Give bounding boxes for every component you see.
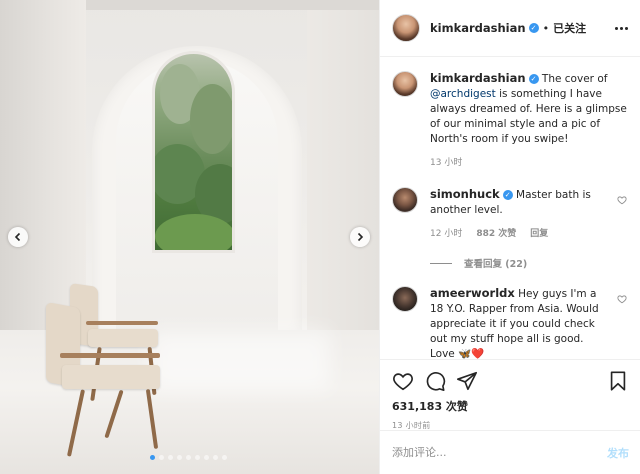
follow-button[interactable]: 已关注 [553,20,586,36]
carousel-indicator [150,455,227,460]
share-send-icon[interactable] [456,370,478,392]
comment-username[interactable]: ameerworldx [430,286,515,300]
post-header: kimkardashian ✓ • 已关注 [380,0,640,57]
like-heart-icon[interactable] [392,370,414,392]
avatar[interactable] [392,14,420,42]
carousel-dot [195,455,200,460]
separator: • [542,21,550,35]
bookmark-save-icon[interactable] [607,370,629,392]
comment-bubble-icon[interactable] [424,370,446,392]
floor-light [150,330,330,390]
carousel-dot [159,455,164,460]
carousel-dot [222,455,227,460]
view-replies-label: 查看回复 (22) [464,259,528,270]
caption-mention-link[interactable]: @archdigest [430,88,496,100]
caption-username[interactable]: kimkardashian [430,71,526,85]
add-comment-bar: 发布 [380,430,640,474]
comment-like-heart-icon[interactable] [617,294,627,304]
verified-badge-icon: ✓ [502,190,513,200]
caption: kimkardashian ✓ The cover of @archdigest … [392,71,629,171]
comments-section: kimkardashian ✓ The cover of @archdigest … [380,57,640,359]
carousel-dot [177,455,182,460]
header-username[interactable]: kimkardashian [430,21,526,35]
comment-avatar[interactable] [392,187,418,213]
caption-time: 13 小时 [430,158,463,168]
post-sidebar: kimkardashian ✓ • 已关注 kimkardashian ✓ The… [379,0,640,474]
carousel-dot [168,455,173,460]
divider [430,262,452,264]
previous-image-button[interactable] [8,227,28,247]
comment-item: ameerworldx Hey guys I'm a 18 Y.O. Rappe… [392,286,629,359]
post-comment-button[interactable]: 发布 [607,445,629,461]
reply-button[interactable]: 回复 [530,227,548,242]
post-image[interactable] [0,0,379,474]
more-options-icon[interactable] [615,21,628,36]
arched-window [152,51,235,253]
right-wall [307,10,379,380]
carousel-dot [150,455,155,460]
comment-like-heart-icon[interactable] [617,195,627,205]
chevron-left-icon [14,232,21,242]
comment-avatar[interactable] [392,286,418,312]
verified-badge-icon: ✓ [528,23,539,33]
chair-front [42,302,170,465]
chevron-right-icon [357,232,364,242]
caption-text-start: The cover of [541,73,608,85]
carousel-dot [213,455,218,460]
comment-input[interactable] [392,446,607,459]
comment-username[interactable]: simonhuck [430,187,500,201]
carousel-dot [204,455,209,460]
post-actions: 631,183 次赞 13 小时前 [380,359,640,431]
verified-badge-icon: ✓ [528,74,539,84]
caption-avatar[interactable] [392,71,418,97]
likes-count[interactable]: 631,183 次赞 [392,398,629,414]
comment-time: 12 小时 [430,229,463,239]
comment-likes[interactable]: 882 次赞 [476,227,516,242]
comment-item: simonhuck ✓ Master bath is another level.… [392,187,629,242]
next-image-button[interactable] [350,227,370,247]
carousel-dot [186,455,191,460]
view-replies-button[interactable]: 查看回复 (22) [430,256,629,270]
